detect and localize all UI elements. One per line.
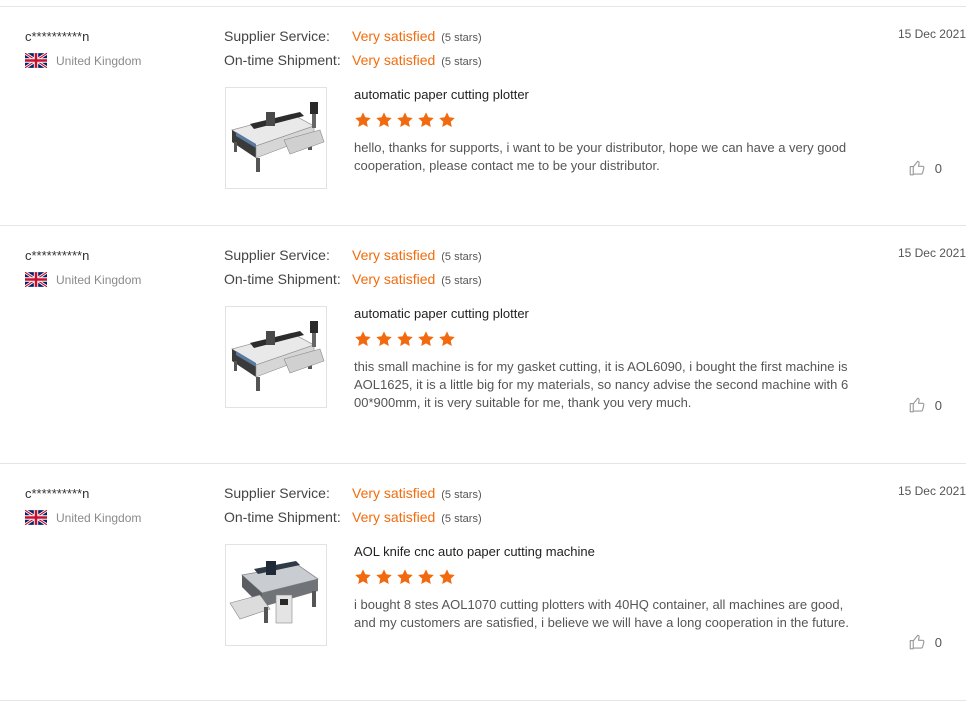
star-rating — [354, 568, 456, 586]
shipment-value: Very satisfied — [352, 271, 436, 287]
cutting-plotter-machine-icon — [226, 307, 326, 407]
shipment-rating: On-time Shipment: Very satisfied (5 stars) — [224, 52, 482, 76]
supplier-service-rating: Supplier Service: Very satisfied (5 stars) — [224, 28, 482, 52]
supplier-service-stars: (5 stars) — [441, 32, 482, 44]
star-icon — [354, 111, 372, 129]
country-label: United Kingdom — [56, 53, 142, 68]
star-icon — [375, 111, 393, 129]
star-icon — [438, 568, 456, 586]
supplier-ratings: Supplier Service: Very satisfied (5 stars)… — [224, 28, 482, 76]
review-item: c**********n United Kingdom Supplier Ser… — [0, 225, 966, 463]
star-rating — [354, 330, 456, 348]
thumbs-up-icon — [908, 396, 926, 414]
thumbs-up-icon — [908, 633, 926, 651]
star-icon — [396, 568, 414, 586]
country-label: United Kingdom — [56, 510, 142, 525]
star-icon — [417, 568, 435, 586]
helpful-button[interactable]: 0 — [908, 396, 942, 414]
supplier-service-value: Very satisfied — [352, 247, 436, 263]
star-icon — [417, 111, 435, 129]
star-rating — [354, 111, 456, 129]
product-image[interactable] — [225, 87, 327, 189]
buyer-country: United Kingdom — [25, 272, 141, 287]
review-comment: hello, thanks for supports, i want to be… — [354, 140, 847, 173]
review-comment: this small machine is for my gasket cutt… — [354, 359, 849, 410]
shipment-value: Very satisfied — [352, 509, 436, 525]
shipment-label: On-time Shipment: — [224, 271, 341, 287]
product-image[interactable] — [225, 544, 327, 646]
star-icon — [375, 330, 393, 348]
product-image[interactable] — [225, 306, 327, 408]
supplier-service-value: Very satisfied — [352, 28, 436, 44]
uk-flag-icon — [25, 272, 47, 287]
uk-flag-icon — [25, 510, 47, 525]
supplier-service-label: Supplier Service: — [224, 247, 330, 263]
star-icon — [354, 330, 372, 348]
helpful-button[interactable]: 0 — [908, 633, 942, 651]
supplier-service-rating: Supplier Service: Very satisfied (5 stars) — [224, 247, 482, 271]
shipment-rating: On-time Shipment: Very satisfied (5 stars) — [224, 509, 482, 533]
review-item: c**********n United Kingdom Supplier Ser… — [0, 6, 966, 225]
star-icon — [396, 111, 414, 129]
list-divider — [0, 700, 966, 701]
shipment-label: On-time Shipment: — [224, 52, 341, 68]
helpful-count: 0 — [934, 397, 942, 413]
review-comment: i bought 8 stes AOL1070 cutting plotters… — [354, 597, 849, 630]
review-date: 15 Dec 2021 — [897, 484, 966, 498]
star-icon — [375, 568, 393, 586]
product-title[interactable]: automatic paper cutting plotter — [354, 306, 529, 321]
buyer-name: c**********n — [25, 486, 90, 501]
uk-flag-icon — [25, 53, 47, 68]
shipment-rating: On-time Shipment: Very satisfied (5 stars) — [224, 271, 482, 295]
helpful-button[interactable]: 0 — [908, 159, 942, 177]
star-icon — [438, 111, 456, 129]
review-date: 15 Dec 2021 — [897, 27, 966, 41]
supplier-service-rating: Supplier Service: Very satisfied (5 stars) — [224, 485, 482, 509]
product-title[interactable]: automatic paper cutting plotter — [354, 87, 529, 102]
supplier-service-stars: (5 stars) — [441, 489, 482, 501]
review-item: c**********n United Kingdom Supplier Ser… — [0, 463, 966, 701]
helpful-count: 0 — [934, 160, 942, 176]
supplier-service-stars: (5 stars) — [441, 251, 482, 263]
thumbs-up-icon — [908, 159, 926, 177]
cnc-cutting-machine-icon — [226, 545, 326, 645]
shipment-stars: (5 stars) — [441, 275, 482, 287]
star-icon — [417, 330, 435, 348]
product-title[interactable]: AOL knife cnc auto paper cutting machine — [354, 544, 595, 559]
helpful-count: 0 — [934, 634, 942, 650]
supplier-service-label: Supplier Service: — [224, 485, 330, 501]
buyer-name: c**********n — [25, 248, 90, 263]
star-icon — [354, 568, 372, 586]
star-icon — [438, 330, 456, 348]
review-date: 15 Dec 2021 — [897, 246, 966, 260]
buyer-country: United Kingdom — [25, 53, 141, 68]
cutting-plotter-machine-icon — [226, 88, 326, 188]
buyer-name: c**********n — [25, 29, 90, 44]
shipment-label: On-time Shipment: — [224, 509, 341, 525]
supplier-ratings: Supplier Service: Very satisfied (5 stars)… — [224, 485, 482, 533]
supplier-service-label: Supplier Service: — [224, 28, 330, 44]
shipment-stars: (5 stars) — [441, 513, 482, 525]
country-label: United Kingdom — [56, 272, 142, 287]
supplier-ratings: Supplier Service: Very satisfied (5 stars)… — [224, 247, 482, 295]
buyer-country: United Kingdom — [25, 510, 141, 525]
shipment-stars: (5 stars) — [441, 56, 482, 68]
shipment-value: Very satisfied — [352, 52, 436, 68]
supplier-service-value: Very satisfied — [352, 485, 436, 501]
star-icon — [396, 330, 414, 348]
